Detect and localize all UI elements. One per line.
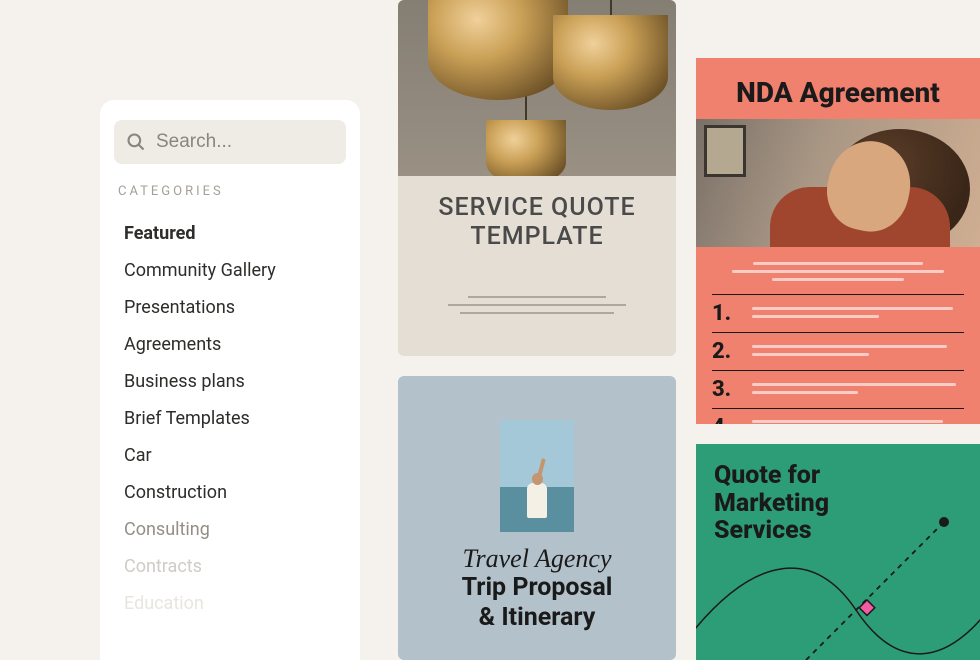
list-item: 1. [712,294,964,332]
search-box[interactable] [114,120,346,164]
chart-decoration [696,490,980,660]
category-list: Featured Community Gallery Presentations… [114,215,346,622]
category-featured[interactable]: Featured [124,215,346,252]
categories-heading: CATEGORIES [118,184,346,199]
category-community-gallery[interactable]: Community Gallery [124,252,346,289]
category-construction[interactable]: Construction [124,474,346,511]
template-card-service-quote[interactable]: SERVICE QUOTE TEMPLATE [398,0,676,356]
category-education[interactable]: Education [124,585,346,622]
list-number: 3. [712,377,736,402]
template-title-script: Travel Agency [398,546,676,572]
list-number: 1. [712,301,736,326]
list-item: 4. [712,408,964,424]
list-item: 3. [712,370,964,408]
template-title-line2: & Itinerary [398,604,676,632]
placeholder-lines [696,247,980,294]
sidebar: CATEGORIES Featured Community Gallery Pr… [100,100,360,660]
category-presentations[interactable]: Presentations [124,289,346,326]
category-car[interactable]: Car [124,437,346,474]
category-contracts[interactable]: Contracts [124,548,346,585]
list-number: 4. [712,415,736,425]
template-title: NDA Agreement [696,58,980,119]
template-card-nda-agreement[interactable]: NDA Agreement 1. 2. 3. 4. [696,58,980,424]
template-card-marketing-services[interactable]: Quote for Marketing Services [696,444,980,660]
template-card-travel-agency[interactable]: Travel Agency Trip Proposal & Itinerary [398,376,676,660]
template-thumbnail [398,0,676,176]
search-icon [126,132,146,152]
list-item: 2. [712,332,964,370]
category-consulting[interactable]: Consulting [124,511,346,548]
category-agreements[interactable]: Agreements [124,326,346,363]
category-business-plans[interactable]: Business plans [124,363,346,400]
list-number: 2. [712,339,736,364]
placeholder-lines [398,260,676,314]
template-title-line1: Trip Proposal [398,574,676,602]
search-input[interactable] [156,131,401,153]
category-brief-templates[interactable]: Brief Templates [124,400,346,437]
template-title: SERVICE QUOTE TEMPLATE [398,176,676,260]
template-thumbnail [500,420,574,532]
title-line: Quote for [714,461,820,490]
template-thumbnail [696,119,980,247]
nda-list: 1. 2. 3. 4. [696,294,980,424]
